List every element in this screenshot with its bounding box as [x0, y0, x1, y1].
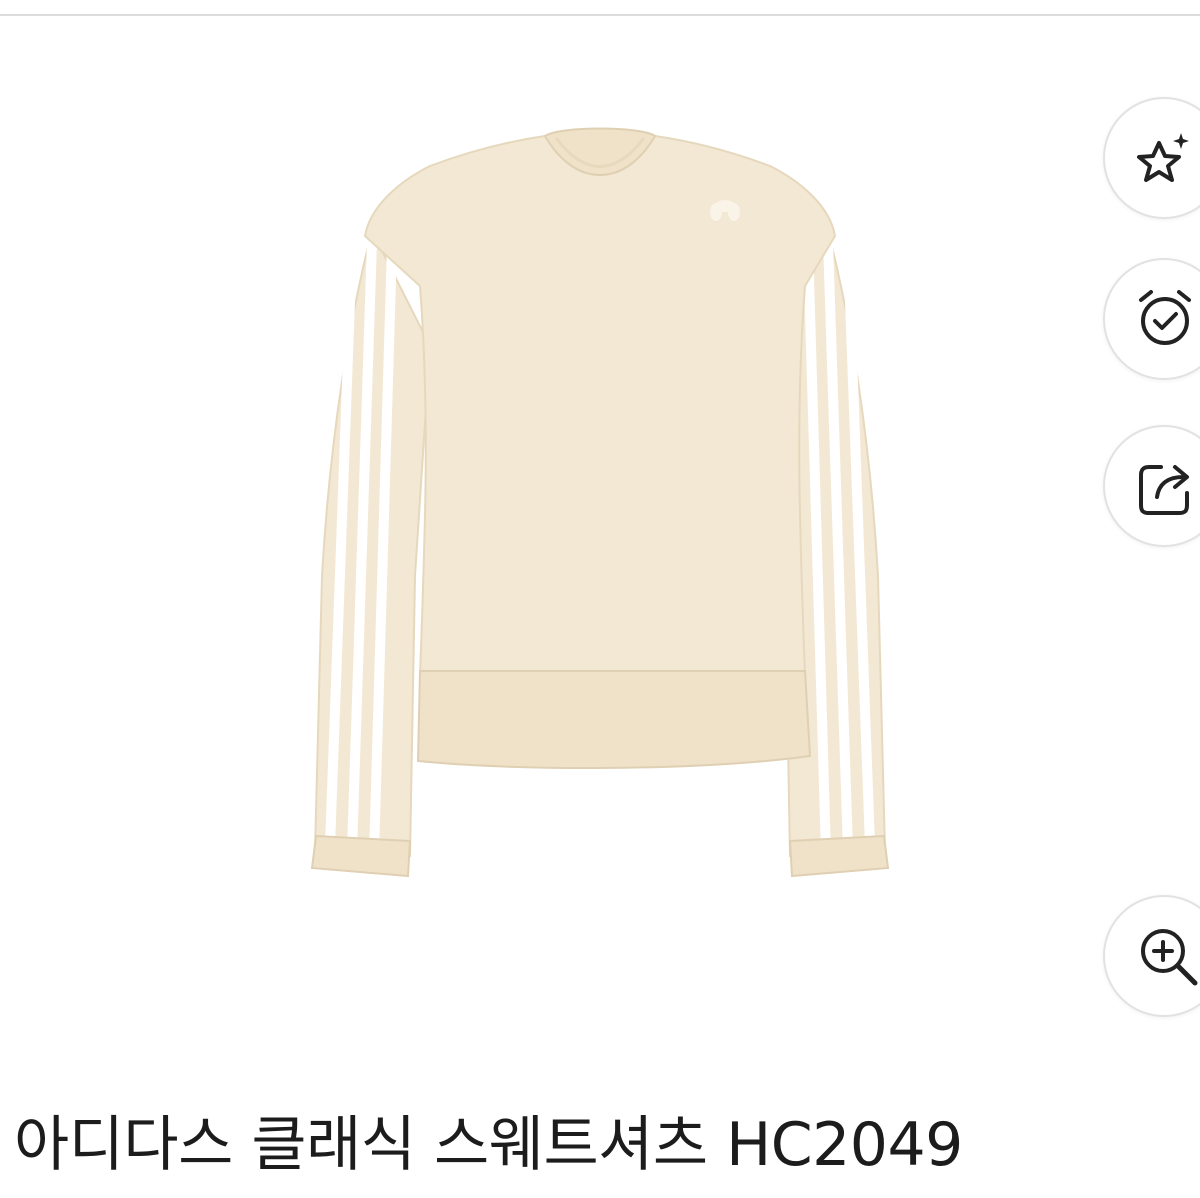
zoom-in-icon [1141, 929, 1198, 986]
product-image[interactable] [0, 16, 1200, 1056]
product-page: 아디다스 클래식 스웨트셔츠 HC2049 [0, 0, 1200, 1198]
product-title: 아디다스 클래식 스웨트셔츠 HC2049 [14, 1110, 963, 1180]
star-sparkle-icon [1137, 133, 1189, 182]
alarm-check-icon [1139, 290, 1191, 345]
share-icon [1139, 465, 1189, 515]
